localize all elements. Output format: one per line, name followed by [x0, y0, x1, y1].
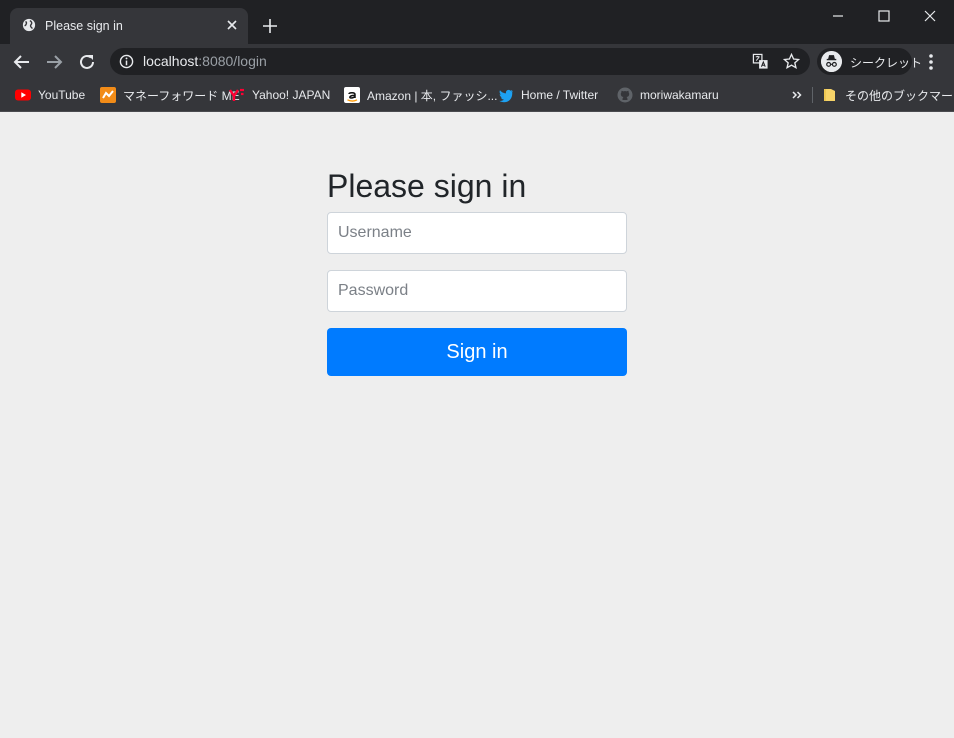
reload-icon[interactable]: [77, 52, 97, 72]
moneyforward-icon: [100, 87, 116, 103]
close-tab-icon[interactable]: [225, 18, 239, 32]
twitter-icon: [499, 89, 513, 103]
youtube-icon: [15, 89, 31, 101]
address-bar[interactable]: localhost:8080/login: [110, 48, 810, 75]
other-bookmarks-label: その他のブックマーク: [845, 88, 954, 103]
profile-label: シークレット: [850, 56, 923, 70]
sign-in-button[interactable]: Sign in: [327, 328, 627, 376]
maximize-icon[interactable]: [876, 8, 892, 24]
github-icon: [617, 87, 633, 103]
password-input[interactable]: [327, 270, 627, 312]
bookmark-label: YouTube: [38, 88, 86, 102]
minimize-icon[interactable]: [830, 8, 846, 24]
bookmark-label: マネーフォワード ME: [123, 88, 240, 103]
signin-form: Please sign in Sign in: [327, 166, 627, 376]
more-menu-icon[interactable]: [924, 52, 938, 72]
other-bookmarks-folder[interactable]: その他のブックマーク: [822, 85, 954, 105]
bookmarks-divider: [812, 87, 813, 103]
tab-title: Please sign in: [45, 19, 123, 33]
folder-icon: [824, 89, 835, 101]
yahoo-icon: [229, 88, 244, 101]
browser-titlebar: Please sign in: [0, 0, 954, 44]
globe-icon: [22, 18, 36, 32]
bookmark-github[interactable]: moriwakamaru: [617, 85, 719, 105]
bookmark-label: moriwakamaru: [640, 88, 719, 102]
url-path: :8080/login: [198, 53, 267, 69]
incognito-icon: [821, 51, 842, 72]
new-tab-icon[interactable]: [262, 18, 278, 34]
back-arrow-icon[interactable]: [12, 52, 32, 72]
double-chevron-icon[interactable]: [789, 87, 805, 103]
bookmarks-bar: YouTube マネーフォワード ME Yahoo! JAPAN Amazon …: [0, 79, 954, 112]
window-close-icon[interactable]: [922, 8, 938, 24]
bookmark-twitter[interactable]: Home / Twitter: [498, 85, 598, 105]
page-title: Please sign in: [327, 168, 527, 204]
incognito-profile-button[interactable]: シークレット: [817, 48, 922, 75]
bookmark-label: Home / Twitter: [521, 88, 599, 102]
page-content: Please sign in Sign in: [0, 112, 954, 738]
bookmark-label: Yahoo! JAPAN: [252, 88, 331, 102]
url-host: localhost: [143, 53, 199, 69]
amazon-icon: [344, 87, 360, 103]
forward-arrow-icon[interactable]: [44, 52, 64, 72]
bookmark-moneyforward[interactable]: マネーフォワード ME: [100, 85, 240, 105]
url-text: localhost:8080/login: [143, 53, 267, 69]
browser-tab[interactable]: Please sign in: [10, 8, 248, 44]
bookmark-star-icon[interactable]: [783, 53, 800, 70]
translate-icon[interactable]: [752, 53, 769, 70]
bookmark-youtube[interactable]: YouTube: [15, 85, 85, 105]
info-icon[interactable]: [119, 54, 134, 69]
browser-toolbar: localhost:8080/login シークレット: [0, 44, 954, 79]
username-input[interactable]: [327, 212, 627, 254]
bookmark-amazon[interactable]: Amazon | 本, ファッシ...: [344, 85, 497, 105]
bookmark-label: Amazon | 本, ファッシ...: [367, 88, 498, 103]
bookmark-yahoo[interactable]: Yahoo! JAPAN: [229, 85, 330, 105]
